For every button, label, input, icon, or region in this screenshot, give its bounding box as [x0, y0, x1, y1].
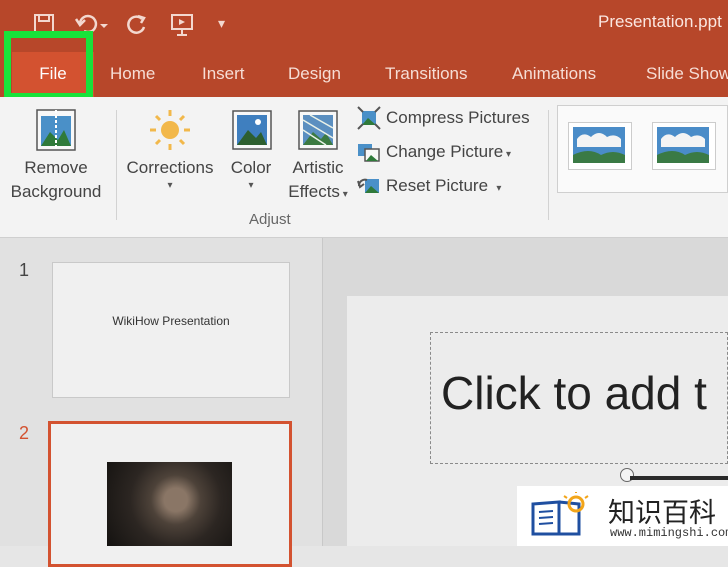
artistic-effects-label-2: Effects ▾ — [282, 180, 354, 207]
picture-style-2[interactable] — [652, 122, 716, 170]
chevron-down-icon: ▾ — [488, 183, 502, 194]
corrections-icon — [148, 108, 192, 157]
color-label: Color — [230, 158, 272, 177]
change-picture-icon — [357, 140, 381, 169]
adjust-group-label: Adjust — [249, 211, 291, 228]
file-tab-highlight-box — [4, 31, 93, 100]
watermark-title: 知识百科 — [608, 498, 716, 528]
remove-background-label-1: Remove — [24, 158, 88, 177]
title-placeholder-text: Click to add t — [441, 367, 707, 419]
customize-icon[interactable]: ▾ — [218, 13, 225, 33]
tab-animations[interactable]: Animations — [512, 64, 596, 84]
artistic-effects-button[interactable]: Artistic Effects ▾ — [282, 156, 354, 207]
remove-background-button[interactable]: Remove Background — [0, 156, 112, 204]
slide-thumbnail-1-title: WikiHow Presentation — [112, 314, 230, 328]
ribbon-separator — [548, 110, 549, 220]
redo-icon[interactable] — [126, 13, 148, 39]
slide-number-2: 2 — [19, 423, 30, 443]
chevron-down-icon: ▾ — [339, 189, 348, 200]
chevron-down-icon: ▾ — [167, 180, 173, 191]
color-icon — [230, 108, 274, 157]
remove-background-label-2: Background — [10, 182, 102, 201]
slide-number-1: 1 — [19, 260, 30, 280]
tab-transitions[interactable]: Transitions — [385, 64, 468, 84]
chevron-down-icon: ▾ — [503, 149, 511, 160]
change-picture-button[interactable]: Change Picture ▾ — [386, 140, 511, 167]
book-lightbulb-logo-icon — [529, 490, 593, 543]
tab-home[interactable]: Home — [110, 64, 155, 84]
change-picture-label: Change Picture — [386, 142, 504, 161]
color-button[interactable]: Color ▾ — [222, 156, 280, 191]
tab-insert[interactable]: Insert — [202, 64, 245, 84]
present-icon[interactable] — [170, 13, 196, 41]
tab-design[interactable]: Design — [288, 64, 341, 84]
watermark-url: www.mimingshi.com — [610, 526, 728, 540]
artistic-effects-label-1: Artistic — [292, 158, 344, 177]
artistic-effects-label-text: Effects — [288, 182, 340, 201]
corrections-button[interactable]: Corrections ▾ — [122, 156, 218, 191]
chevron-down-icon: ▾ — [248, 180, 254, 191]
picture-selection-edge — [630, 476, 728, 480]
picture-style-1[interactable] — [568, 122, 632, 170]
tab-slide-show[interactable]: Slide Show — [646, 64, 728, 84]
document-title: Presentation.ppt — [598, 12, 722, 31]
artistic-effects-icon — [296, 108, 340, 157]
ribbon-separator — [116, 110, 117, 220]
reset-picture-icon — [357, 174, 381, 203]
compress-pictures-button[interactable]: Compress Pictures — [386, 106, 530, 130]
compress-pictures-icon — [357, 106, 381, 135]
slide-thumbnail-1[interactable] — [52, 262, 290, 398]
corrections-label: Corrections — [126, 158, 214, 177]
reset-picture-label: Reset Picture — [386, 176, 489, 195]
reset-picture-button[interactable]: Reset Picture ▾ — [386, 174, 501, 201]
remove-background-icon — [34, 108, 78, 157]
dog-photo-thumbnail — [107, 462, 232, 546]
picture-styles-gallery[interactable] — [557, 105, 728, 193]
